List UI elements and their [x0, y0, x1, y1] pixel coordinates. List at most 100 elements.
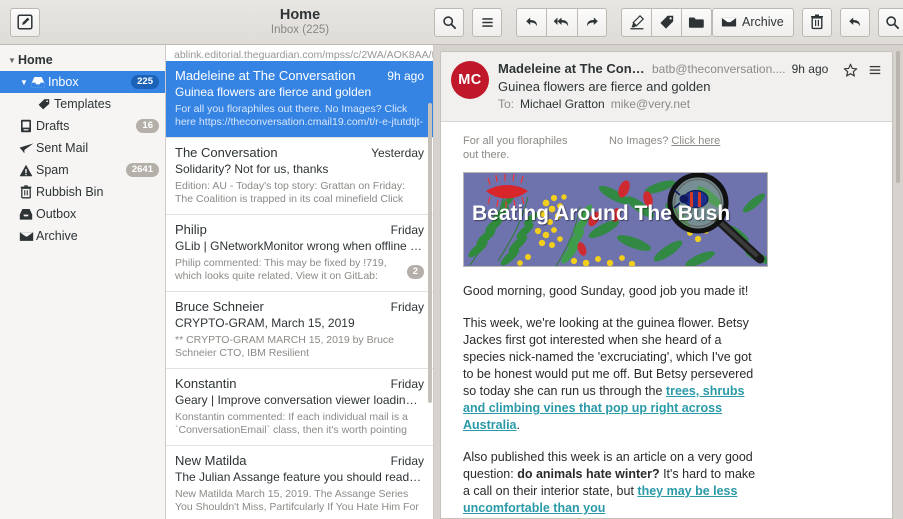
- sidebar-item-sent-mail[interactable]: Sent Mail: [0, 137, 165, 159]
- scrolled-message-fragment: ablink.editorial.theguardian.com/mpss/c/…: [166, 45, 433, 61]
- message-sender: Bruce Schneier: [175, 299, 385, 314]
- email-paragraph-1: Good morning, good Sunday, good job you …: [463, 283, 763, 300]
- reply-all-button[interactable]: [546, 8, 577, 37]
- header-left-section: [0, 0, 166, 44]
- compose-button[interactable]: [10, 8, 40, 37]
- undo-button[interactable]: [840, 8, 870, 37]
- message-count-badge: 2: [407, 265, 424, 279]
- header-center-section: Home Inbox (225): [166, 0, 434, 44]
- sidebar-item-label: Home: [18, 53, 159, 67]
- reading-pane-scrollbar[interactable]: [896, 51, 900, 519]
- search-button[interactable]: [434, 8, 464, 37]
- message-list[interactable]: ablink.editorial.theguardian.com/mpss/c/…: [166, 45, 434, 519]
- chevron-down-icon[interactable]: ▼: [18, 78, 30, 87]
- window-title-box: Home Inbox (225): [166, 7, 434, 37]
- message-date: Yesterday: [371, 146, 424, 160]
- email-to-label: To:: [498, 97, 514, 111]
- message-subject: The Julian Assange feature you should re…: [175, 470, 424, 484]
- trash-button[interactable]: [802, 8, 832, 37]
- trash-icon: [810, 14, 824, 30]
- message-menu-icon[interactable]: [868, 63, 882, 82]
- email-sender-address: batb@theconversation....: [652, 62, 786, 76]
- sidebar-item-label: Archive: [36, 229, 159, 243]
- sidebar-item-drafts[interactable]: Drafts 16: [0, 115, 165, 137]
- table-row[interactable]: Madeleine at The Conversation 9h ago Gui…: [166, 61, 433, 138]
- reply-all-icon: [553, 15, 571, 29]
- message-date: Friday: [391, 300, 424, 314]
- email-header-text: Madeleine at The Conve... batb@theconver…: [498, 61, 834, 111]
- message-sender: New Matilda: [175, 453, 385, 468]
- no-images-label: No Images?: [609, 135, 668, 147]
- mark-message-button[interactable]: [621, 8, 651, 37]
- sidebar-item-rubbish-bin[interactable]: Rubbish Bin: [0, 181, 165, 203]
- sidebar-item-label: Templates: [54, 97, 159, 111]
- main-content-area: ▼ Home ▼ Inbox 225: [0, 45, 903, 519]
- tag-message-button[interactable]: [651, 8, 681, 37]
- outbox-icon: [18, 208, 34, 221]
- message-sender: The Conversation: [175, 145, 365, 160]
- reply-icon: [524, 15, 540, 29]
- folder-icon: [688, 15, 705, 30]
- chevron-down-icon[interactable]: ▼: [6, 56, 18, 65]
- avatar: MC: [451, 61, 489, 99]
- table-row[interactable]: Bruce Schneier Friday CRYPTO-GRAM, March…: [166, 292, 433, 369]
- message-preview: For all you floraphiles out there. No Im…: [175, 103, 424, 129]
- click-here-link[interactable]: Click here: [671, 135, 720, 147]
- table-row[interactable]: New Matilda Friday The Julian Assange fe…: [166, 446, 433, 519]
- sidebar-item-inbox[interactable]: ▼ Inbox 225: [0, 71, 165, 93]
- email-subject: Guinea flowers are fierce and golden: [498, 79, 834, 94]
- archive-button[interactable]: Archive: [712, 8, 794, 37]
- email-preheader: For all you floraphiles out there. No Im…: [463, 134, 878, 162]
- scrollbar-thumb[interactable]: [896, 51, 900, 183]
- reply-button-group: [516, 8, 607, 37]
- message-preview: ** CRYPTO-GRAM MARCH 15, 2019 by Bruce S…: [175, 334, 424, 360]
- star-icon[interactable]: [843, 63, 858, 83]
- archive-button-label: Archive: [742, 15, 784, 29]
- email-recipient-address: mike@very.net: [611, 97, 690, 111]
- trash-icon: [18, 185, 34, 199]
- sidebar-item-home[interactable]: ▼ Home: [0, 49, 165, 71]
- message-date: Friday: [391, 454, 424, 468]
- archive-icon: [18, 230, 34, 243]
- forward-icon: [584, 15, 600, 29]
- search-icon: [442, 15, 457, 30]
- sidebar-item-label: Drafts: [36, 119, 136, 133]
- message-date: Friday: [391, 377, 424, 391]
- paragraph-3-question: do animals hate winter?: [517, 467, 659, 481]
- header-toolbar: Home Inbox (225): [0, 0, 903, 45]
- message-list-scrollbar[interactable]: [428, 45, 432, 519]
- sidebar-item-label: Spam: [36, 163, 126, 177]
- marker-pen-icon: [629, 14, 645, 30]
- forward-button[interactable]: [577, 8, 607, 37]
- email-body: For all you floraphiles out there. No Im…: [441, 122, 892, 515]
- reading-pane: MC Madeleine at The Conve... batb@thecon…: [434, 45, 903, 519]
- main-menu-button[interactable]: [472, 8, 502, 37]
- email-banner-image: Beating Around The Bush: [463, 172, 768, 267]
- email-timestamp: 9h ago: [792, 62, 829, 76]
- page-subtitle: Inbox (225): [166, 23, 434, 37]
- sidebar-item-templates[interactable]: Templates: [0, 93, 165, 115]
- message-subject: CRYPTO-GRAM, March 15, 2019: [175, 316, 424, 330]
- table-row[interactable]: Philip Friday GLib | GNetworkMonitor wro…: [166, 215, 433, 292]
- table-row[interactable]: Konstantin Friday Geary | Improve conver…: [166, 369, 433, 446]
- search-icon: [885, 15, 900, 30]
- sidebar-item-outbox[interactable]: Outbox: [0, 203, 165, 225]
- sidebar-item-count: 225: [131, 75, 159, 89]
- hamburger-menu-icon: [480, 15, 495, 30]
- sidebar-item-archive[interactable]: Archive: [0, 225, 165, 247]
- reply-button[interactable]: [516, 8, 546, 37]
- sidebar-item-label: Inbox: [48, 75, 131, 89]
- email-header[interactable]: MC Madeleine at The Conve... batb@thecon…: [441, 52, 892, 122]
- message-preview: Edition: AU - Today's top story: Grattan…: [175, 180, 424, 206]
- message-preview: New Matilda March 15, 2019. The Assange …: [175, 488, 424, 514]
- sidebar-item-spam[interactable]: Spam 2641: [0, 159, 165, 181]
- find-in-message-button[interactable]: [878, 8, 903, 37]
- table-row[interactable]: The Conversation Yesterday Solidarity? N…: [166, 138, 433, 215]
- message-preview: Philip commented: This may be fixed by !…: [175, 257, 401, 283]
- message-subject: Geary | Improve conversation viewer load…: [175, 393, 424, 407]
- move-to-folder-button[interactable]: [681, 8, 712, 37]
- drafts-icon: [18, 119, 34, 133]
- scrollbar-thumb[interactable]: [428, 103, 432, 403]
- folder-sidebar: ▼ Home ▼ Inbox 225: [0, 45, 166, 519]
- header-right-section: Archive: [434, 0, 903, 44]
